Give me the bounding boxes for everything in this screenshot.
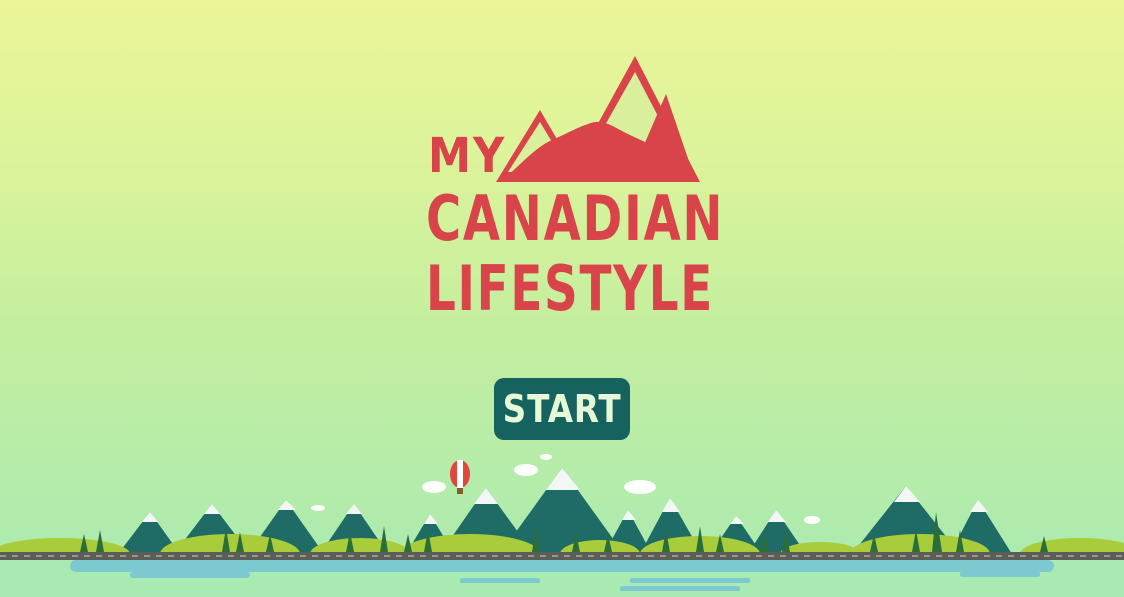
- lake-water: [0, 560, 1124, 597]
- logo-text-canadian: CANADIAN: [426, 182, 725, 255]
- logo-text-my: MY: [428, 128, 507, 184]
- hot-air-balloon-icon: [450, 460, 470, 494]
- logo-text-lifestyle: LIFESTYLE: [426, 252, 714, 325]
- landscape-scenery: [0, 454, 1124, 597]
- game-logo: MY CANADIAN LIFESTYLE: [420, 48, 723, 333]
- start-button[interactable]: START: [494, 378, 630, 440]
- start-button-label: START: [502, 387, 622, 431]
- logo-mountain-icon: [496, 56, 700, 182]
